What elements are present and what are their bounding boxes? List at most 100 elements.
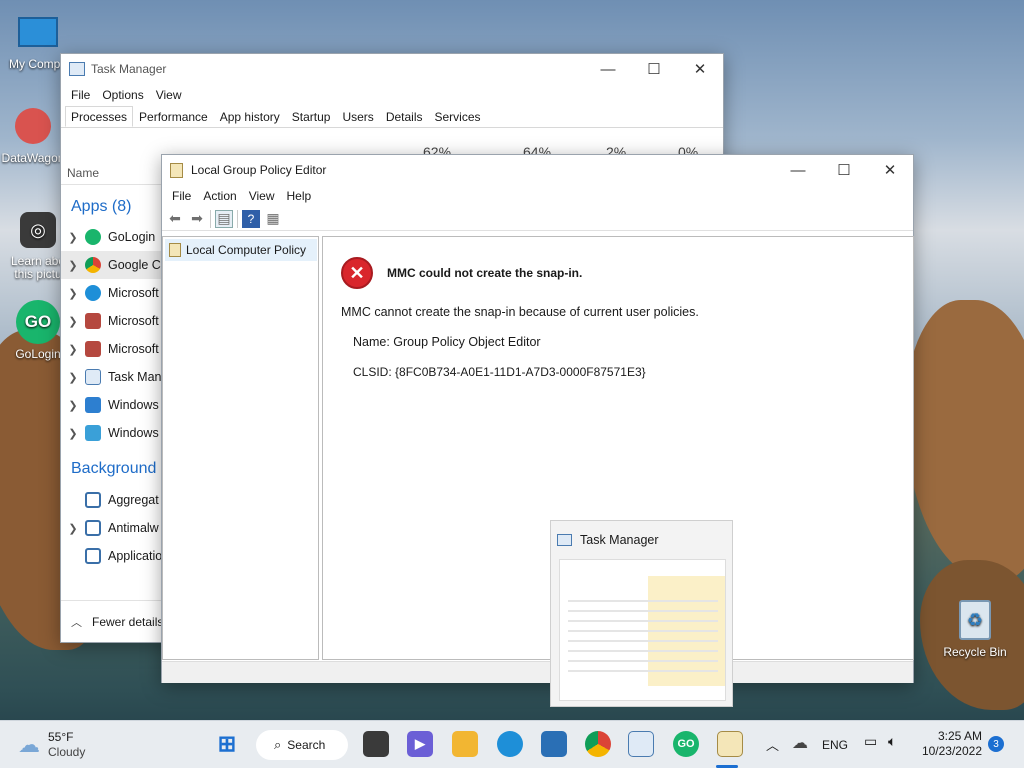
menu-help[interactable]: Help — [281, 189, 318, 203]
tab-startup[interactable]: Startup — [286, 106, 337, 127]
microsoft-store-icon[interactable] — [541, 731, 567, 757]
weather-desc: Cloudy — [48, 745, 86, 759]
notification-badge[interactable]: 3 — [988, 736, 1004, 752]
camera-icon: ◎ — [16, 208, 60, 252]
teams-chat-icon[interactable]: ▶ — [407, 731, 433, 757]
onedrive-cloud-icon[interactable]: ☁ — [792, 733, 808, 753]
task-manager-icon — [557, 534, 572, 546]
gologin-taskbar-icon[interactable]: GO — [673, 731, 699, 757]
background-rock — [905, 300, 1024, 580]
edge-icon — [85, 285, 101, 301]
chevron-up-icon[interactable]: ︿ — [766, 735, 779, 754]
process-name: Microsoft — [108, 286, 159, 300]
process-row[interactable]: ❯ Google C — [61, 251, 161, 279]
chevron-right-icon[interactable]: ❯ — [61, 343, 85, 356]
service-icon — [85, 520, 101, 536]
language-indicator[interactable]: ENG — [822, 738, 848, 752]
monitor-icon — [16, 10, 60, 54]
chrome-icon[interactable] — [585, 731, 611, 757]
process-row[interactable]: ❯ Antimalw — [61, 514, 159, 542]
process-name: Task Mana — [108, 370, 169, 384]
process-name: Windows — [108, 398, 159, 412]
gpedit-taskbar-icon[interactable] — [717, 731, 743, 757]
process-row[interactable]: Applicatio — [61, 542, 162, 570]
help-icon[interactable]: ? — [242, 209, 260, 228]
error-title: MMC could not create the snap-in. — [387, 266, 583, 280]
desktop-icon-recycle-bin[interactable]: ♻ Recycle Bin — [940, 598, 1010, 659]
process-row[interactable]: ❯ Task Mana — [61, 363, 168, 391]
fewer-details-label: Fewer details — [92, 615, 164, 629]
process-row[interactable]: ❯ Microsoft — [61, 335, 159, 363]
task-view-icon[interactable] — [363, 731, 389, 757]
tab-details[interactable]: Details — [380, 106, 429, 127]
chevron-right-icon[interactable]: ❯ — [61, 315, 85, 328]
menu-action[interactable]: Action — [197, 189, 242, 203]
thumbnail-title: Task Manager — [580, 533, 659, 547]
snapin-name: Name: Group Policy Object Editor — [353, 335, 541, 349]
desktop-icon-datawagon[interactable]: DataWagon — [0, 104, 68, 165]
network-icon[interactable]: ▭ — [864, 733, 877, 750]
show-hide-console-tree-icon[interactable]: ▤ — [215, 209, 233, 228]
tab-app-history[interactable]: App history — [214, 106, 286, 127]
tree-item-local-computer-policy[interactable]: Local Computer Policy — [165, 239, 317, 261]
window-title: Task Manager — [91, 62, 167, 76]
menu-view[interactable]: View — [150, 88, 188, 102]
volume-icon[interactable]: 🔈︎ — [888, 733, 896, 750]
start-icon[interactable]: ⊞ — [214, 731, 240, 757]
process-row[interactable]: ❯ Microsoft — [61, 307, 159, 335]
forward-arrow-icon[interactable]: ➡ — [188, 210, 206, 228]
chevron-right-icon[interactable]: ❯ — [61, 427, 85, 440]
file-explorer-icon[interactable] — [452, 731, 478, 757]
status-bar — [162, 661, 913, 683]
process-name: Google C — [108, 258, 161, 272]
service-icon — [85, 492, 101, 508]
weather-temp: 55°F — [48, 730, 74, 744]
taskbar-thumbnail-preview[interactable]: Task Manager — [550, 520, 733, 707]
process-row[interactable]: ❯ GoLogin — [61, 223, 155, 251]
chevron-right-icon[interactable]: ❯ — [61, 231, 85, 244]
maximize-button[interactable]: ☐ — [631, 54, 677, 84]
tab-processes[interactable]: Processes — [65, 106, 134, 127]
fewer-details-button[interactable]: ︿ Fewer details — [71, 614, 163, 630]
maximize-button[interactable]: ☐ — [821, 155, 867, 185]
chrome-icon — [85, 257, 101, 273]
policy-scroll-icon — [169, 243, 181, 257]
error-icon: ✕ — [341, 257, 373, 289]
search-button[interactable]: ⌕ Search — [256, 730, 348, 760]
desktop-icon-label: Recycle Bin — [943, 645, 1007, 659]
windows-icon — [85, 425, 101, 441]
process-row[interactable]: ❯ Windows — [61, 391, 159, 419]
process-row[interactable]: Aggregat — [61, 486, 159, 514]
menu-file[interactable]: File — [166, 189, 197, 203]
edge-icon[interactable] — [497, 731, 523, 757]
chevron-right-icon[interactable]: ❯ — [61, 287, 85, 300]
tab-performance[interactable]: Performance — [133, 106, 214, 127]
column-header-name[interactable]: Name — [67, 166, 99, 180]
process-row[interactable]: ❯ Microsoft — [61, 279, 159, 307]
task-manager-titlebar[interactable]: Task Manager — ☐ ✕ — [61, 54, 723, 84]
gpedit-titlebar[interactable]: Local Group Policy Editor — ☐ ✕ — [162, 155, 913, 185]
taskbar: ☁ 55°F Cloudy ⊞ ⌕ Search ▶ GO ︿ ☁ ENG ▭ … — [0, 720, 1024, 768]
tab-services[interactable]: Services — [429, 106, 487, 127]
task-manager-menubar: File Options View — [61, 84, 723, 106]
chevron-right-icon[interactable]: ❯ — [61, 399, 85, 412]
menu-view[interactable]: View — [243, 189, 281, 203]
tab-users[interactable]: Users — [336, 106, 379, 127]
close-button[interactable]: ✕ — [677, 54, 723, 84]
weather-widget[interactable]: ☁ 55°F Cloudy — [18, 730, 85, 760]
back-arrow-icon[interactable]: ⬅ — [166, 210, 184, 228]
chevron-right-icon[interactable]: ❯ — [61, 522, 85, 535]
menu-file[interactable]: File — [65, 88, 96, 102]
desktop-icon-label: DataWagon — [1, 151, 65, 165]
task-manager-taskbar-icon[interactable] — [628, 731, 654, 757]
chevron-right-icon[interactable]: ❯ — [61, 259, 85, 272]
minimize-button[interactable]: — — [585, 54, 631, 84]
properties-icon[interactable]: ▦ — [264, 210, 282, 228]
menu-options[interactable]: Options — [96, 88, 149, 102]
process-row[interactable]: ❯ Windows — [61, 419, 159, 447]
mmc-icon — [85, 313, 101, 329]
clock[interactable]: 3:25 AM 10/23/2022 — [920, 729, 982, 759]
minimize-button[interactable]: — — [775, 155, 821, 185]
close-button[interactable]: ✕ — [867, 155, 913, 185]
chevron-right-icon[interactable]: ❯ — [61, 371, 85, 384]
